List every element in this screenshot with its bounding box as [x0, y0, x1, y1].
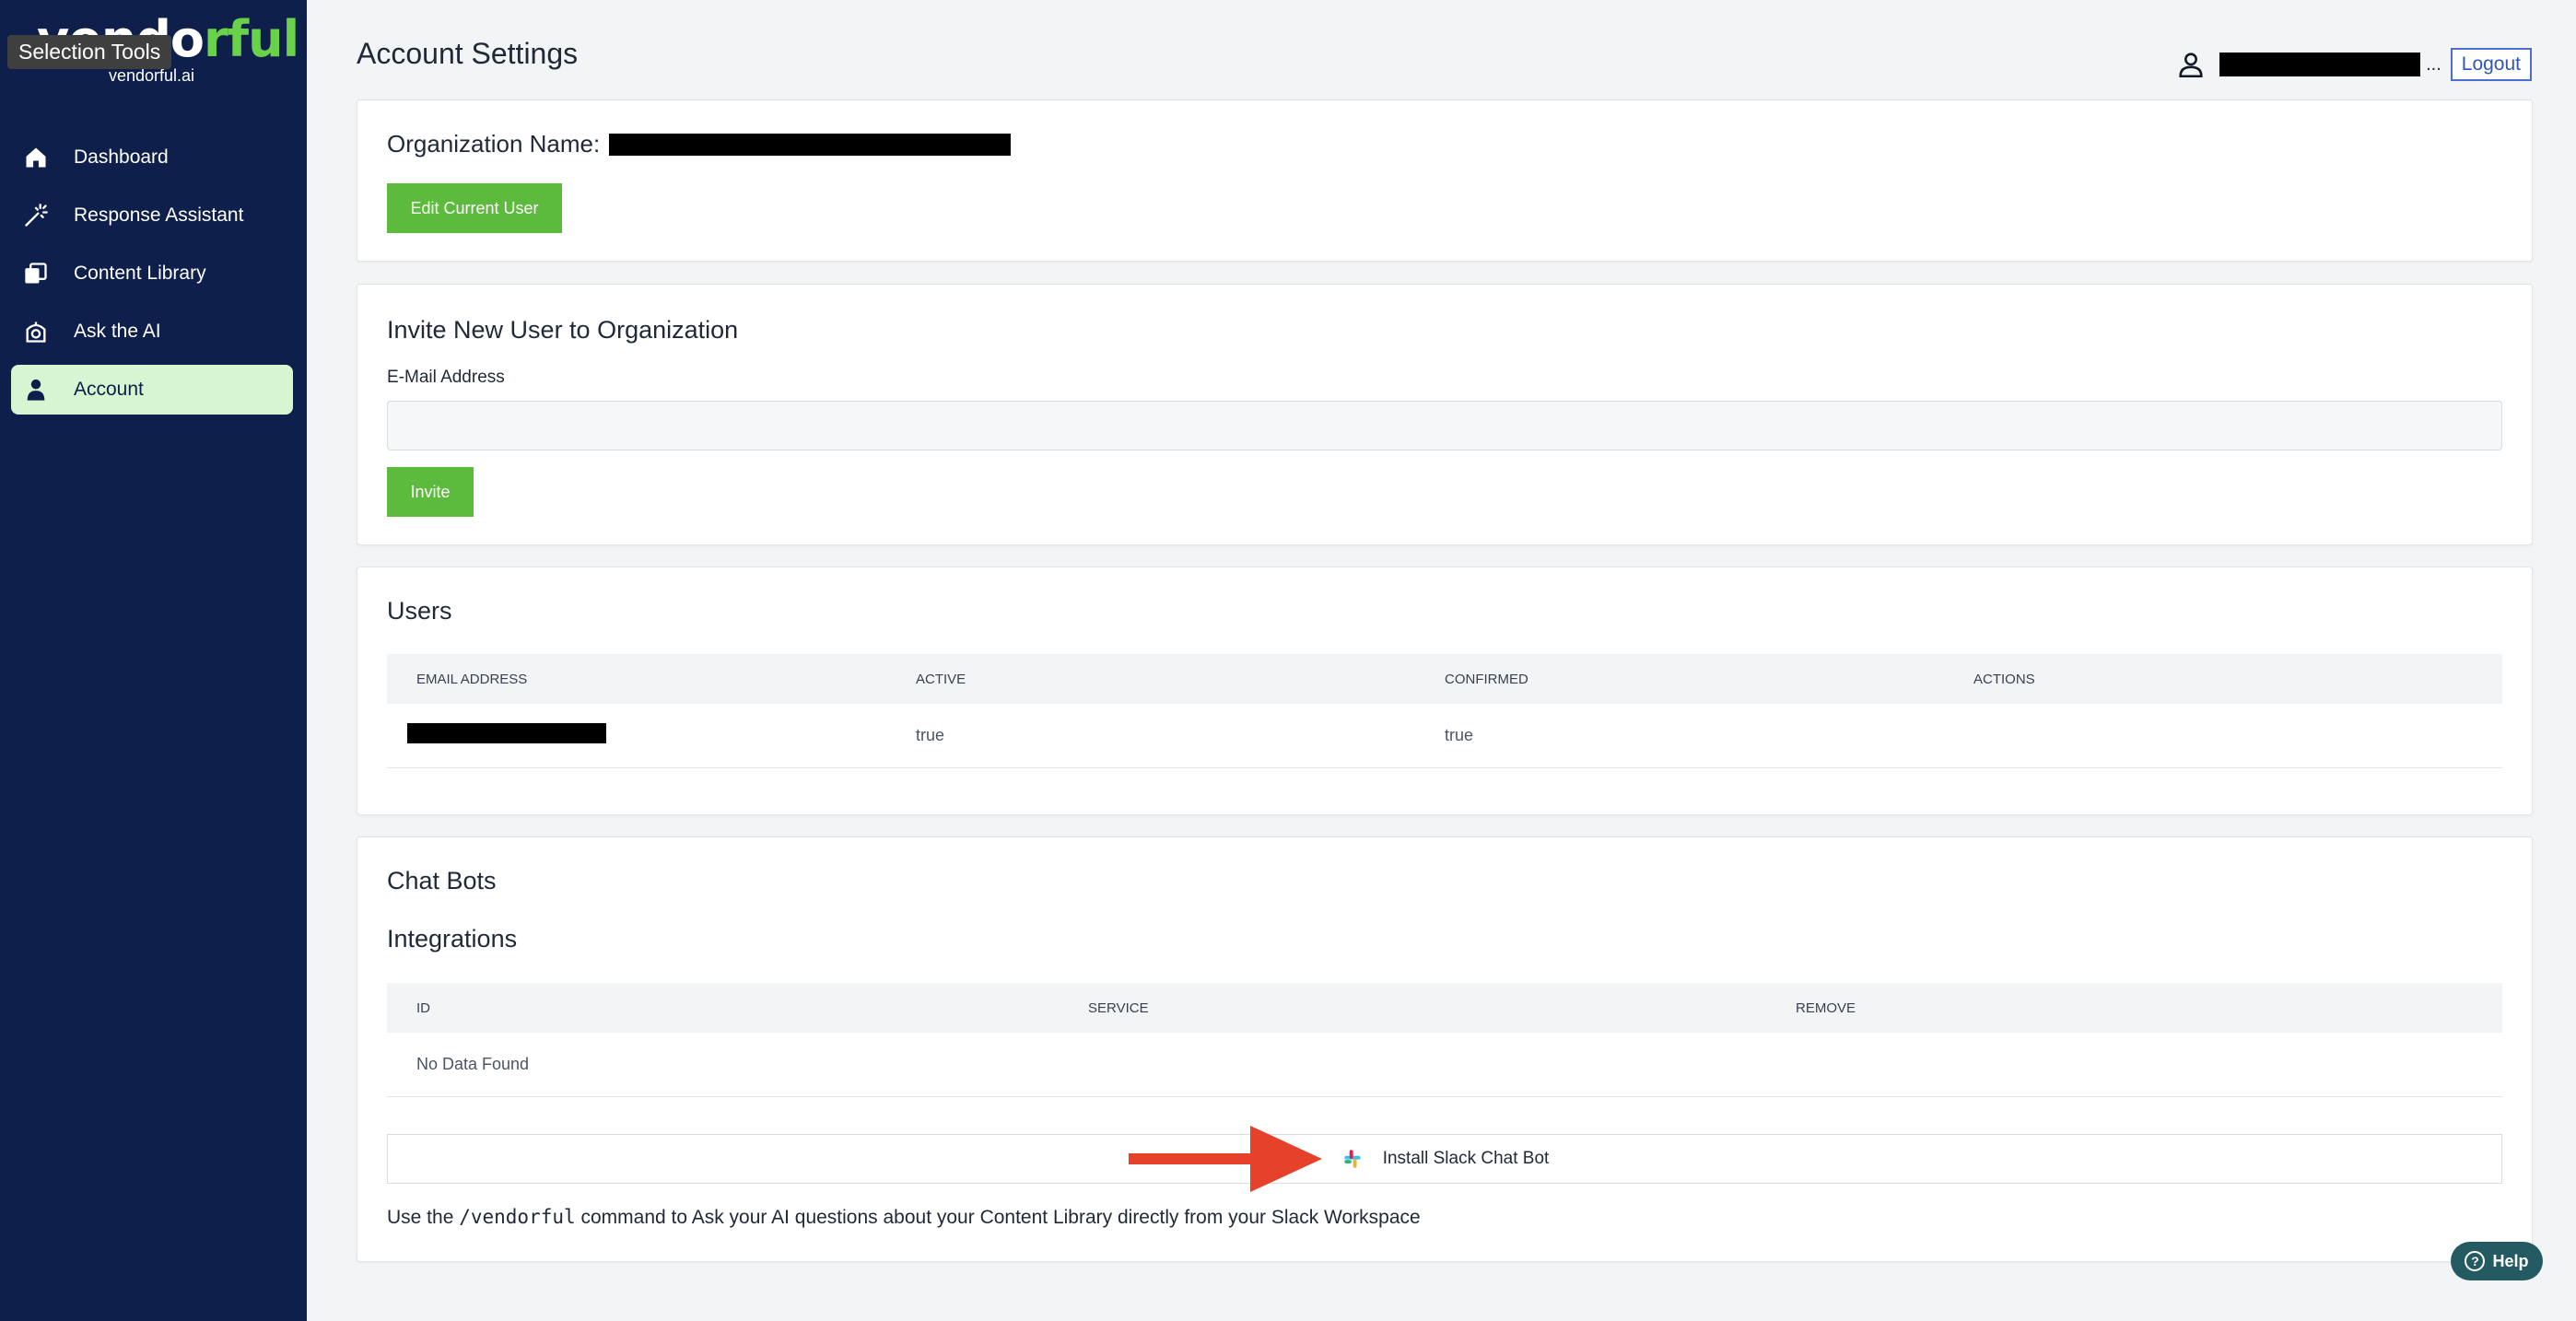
redacted-email [407, 723, 606, 743]
email-label: E-Mail Address [387, 368, 505, 387]
email-input[interactable] [387, 401, 2502, 450]
help-label: Help [2492, 1251, 2529, 1270]
slack-icon [1341, 1147, 1364, 1171]
organization-name-label: Organization Name: [387, 130, 601, 158]
sidebar: vendorful vendorful.ai Selection Tools D… [0, 0, 307, 1321]
invite-button[interactable]: Invite [387, 467, 474, 517]
sidebar-nav: Dashboard Response Assistant Content Lib… [11, 133, 293, 423]
table-header: ID SERVICE REMOVE [387, 983, 2502, 1033]
slack-command-note: Use the /vendorful command to Ask your A… [387, 1206, 1421, 1228]
confirmed-cell: true [1445, 726, 1474, 744]
sidebar-item-label: Ask the AI [74, 321, 161, 342]
column-header: CONFIRMED [1445, 671, 1528, 687]
sidebar-item-label: Dashboard [74, 146, 169, 168]
sidebar-item-label: Content Library [74, 263, 206, 284]
integrations-title: Integrations [387, 925, 518, 953]
invite-title: Invite New User to Organization [387, 316, 739, 344]
main-content: Account Settings ... Logout Organization… [307, 0, 2576, 1321]
command-code: /vendorful [459, 1206, 576, 1228]
selection-tools-tooltip: Selection Tools [7, 35, 172, 69]
column-header: EMAIL ADDRESS [416, 671, 528, 687]
sidebar-item-label: Account [74, 379, 144, 400]
home-icon [22, 144, 50, 171]
users-title: Users [387, 597, 452, 625]
column-header: SERVICE [1088, 1000, 1149, 1016]
install-slack-label: Install Slack Chat Bot [1382, 1149, 1550, 1168]
table-header: EMAIL ADDRESS ACTIVE CONFIRMED ACTIONS [387, 654, 2502, 704]
users-card: Users EMAIL ADDRESS ACTIVE CONFIRMED ACT… [357, 567, 2533, 815]
chat-bots-title: Chat Bots [387, 867, 497, 894]
redacted-organization-name [609, 133, 1012, 156]
chat-bots-card: Chat Bots Integrations ID SERVICE REMOVE… [357, 836, 2533, 1262]
redacted-username [2219, 53, 2421, 76]
sidebar-item-ask-the-ai[interactable]: Ask the AI [11, 307, 293, 357]
help-button[interactable]: ? Help [2451, 1242, 2543, 1280]
edit-current-user-button[interactable]: Edit Current User [387, 183, 562, 233]
question-icon: ? [2465, 1251, 2486, 1271]
library-icon [22, 260, 50, 287]
logout-button[interactable]: Logout [2450, 48, 2532, 81]
user-menu: ... Logout [2175, 48, 2532, 81]
column-header: REMOVE [1796, 1000, 1856, 1016]
page-title: Account Settings [357, 37, 579, 70]
magic-wand-icon [22, 202, 50, 229]
user-icon [22, 376, 50, 403]
empty-state: No Data Found [416, 1055, 530, 1073]
users-table: EMAIL ADDRESS ACTIVE CONFIRMED ACTIONS t… [387, 654, 2502, 768]
table-row: true true [387, 704, 2502, 768]
sidebar-item-account[interactable]: Account [11, 365, 293, 415]
sidebar-item-dashboard[interactable]: Dashboard [11, 133, 293, 182]
sidebar-item-label: Response Assistant [74, 205, 244, 226]
ai-bot-icon [22, 318, 50, 345]
logo-subtitle: vendorful.ai [109, 66, 195, 85]
user-icon [2175, 49, 2207, 80]
organization-card: Organization Name: Edit Current User [357, 99, 2533, 262]
email-cell [387, 723, 916, 748]
install-slack-chat-bot-button[interactable]: Install Slack Chat Bot [387, 1134, 2502, 1184]
invite-user-card: Invite New User to Organization E-Mail A… [357, 284, 2533, 545]
organization-name: Organization Name: [387, 130, 1012, 158]
sidebar-item-content-library[interactable]: Content Library [11, 249, 293, 298]
username-ellipsis: ... [2426, 53, 2441, 75]
active-cell: true [916, 726, 945, 744]
red-arrow-annotation [1129, 1126, 1322, 1192]
column-header: ID [416, 1000, 430, 1016]
sidebar-item-response-assistant[interactable]: Response Assistant [11, 191, 293, 240]
column-header: ACTIONS [1973, 671, 2035, 687]
table-row: No Data Found [387, 1033, 2502, 1097]
column-header: ACTIVE [916, 671, 966, 687]
integrations-table: ID SERVICE REMOVE No Data Found [387, 983, 2502, 1097]
